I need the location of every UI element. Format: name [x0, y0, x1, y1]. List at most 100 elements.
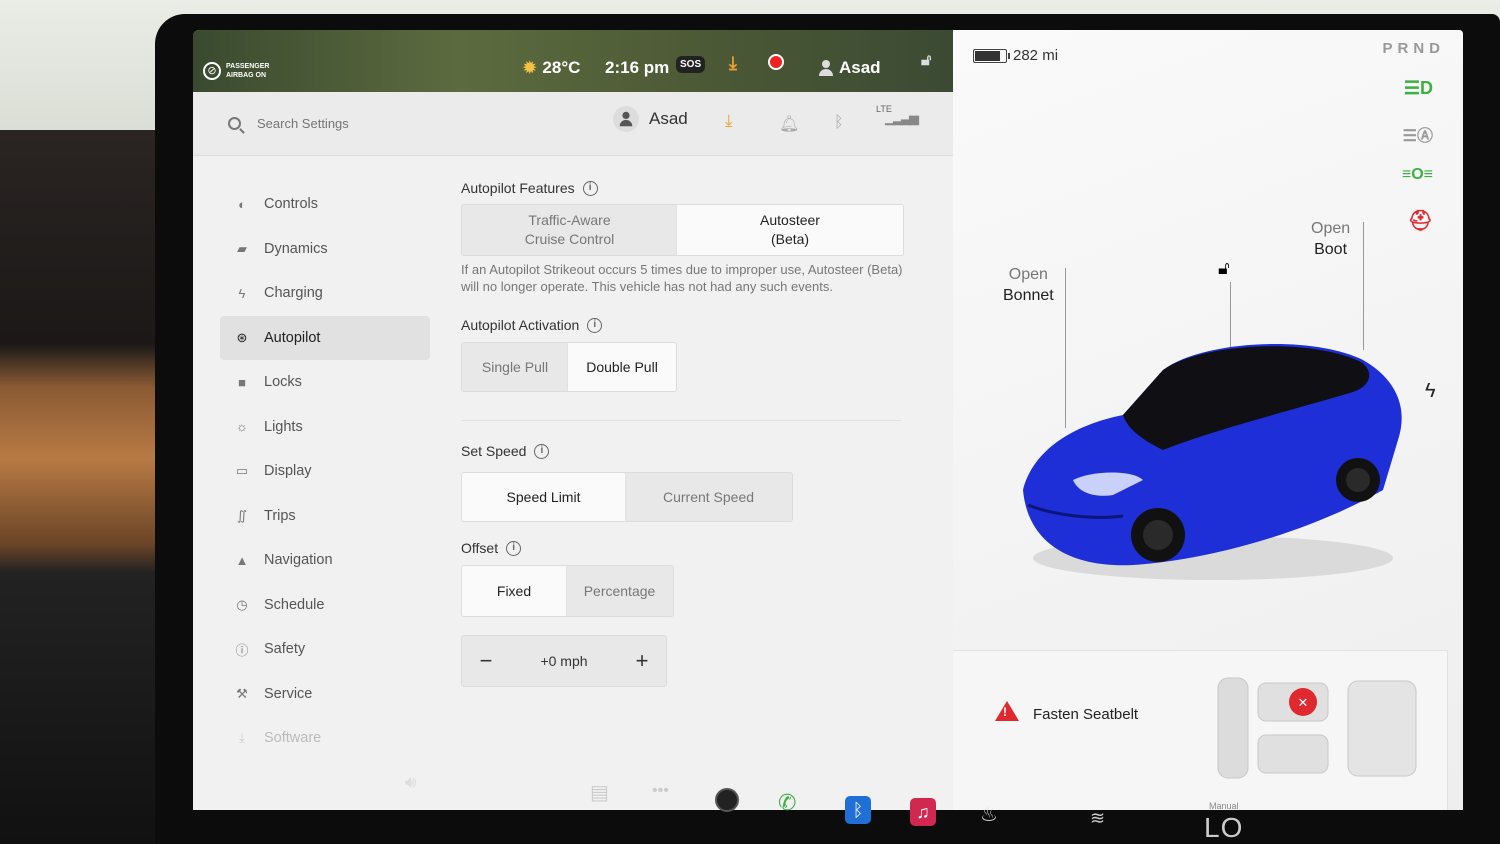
user-icon	[819, 60, 833, 76]
settings-sidebar: ◐ Controls ▰ Dynamics ϟ Charging ⊛ Autop…	[220, 182, 430, 761]
info-icon[interactable]: i	[587, 317, 603, 333]
airbag-icon: ⊘	[203, 62, 221, 80]
info-icon[interactable]: i	[582, 180, 598, 196]
sidebar-item-navigation[interactable]: ▲ Navigation	[220, 538, 430, 583]
section-title: Autopilot Activation	[461, 317, 580, 333]
info-icon[interactable]: i	[506, 540, 522, 556]
svg-text:✕: ✕	[1298, 696, 1309, 711]
steering-wheel-icon: ⊛	[236, 329, 248, 345]
bolt-icon: ϟ	[238, 285, 246, 301]
offset-selector: Fixed Percentage	[461, 565, 674, 617]
traffic-aware-cruise-control-option[interactable]: Traffic-Aware Cruise Control	[462, 205, 677, 255]
sidebar-item-dynamics[interactable]: ▰ Dynamics	[220, 227, 430, 272]
sos-button[interactable]: SOS	[676, 56, 706, 73]
autosteer-option[interactable]: Autosteer (Beta)	[677, 205, 903, 255]
bell-icon[interactable]: 🔔︎	[779, 114, 799, 134]
sidebar-item-controls[interactable]: ◐ Controls	[220, 182, 430, 227]
increase-offset-button[interactable]: +	[632, 648, 652, 674]
sidebar-item-service[interactable]: ⚒ Service	[220, 672, 430, 717]
sidebar-item-trips[interactable]: ∬ Trips	[220, 494, 430, 539]
search-input[interactable]	[257, 116, 457, 131]
music-icon[interactable]: ♫	[910, 798, 936, 826]
sidebar-item-locks[interactable]: ■ Locks	[220, 360, 430, 405]
open-boot-line2: Boot	[1314, 241, 1348, 258]
autopilot-settings: Autopilot Features i Traffic-Aware Cruise…	[461, 180, 906, 687]
sidebar-item-label: Display	[264, 463, 312, 480]
sidebar-item-safety[interactable]: ⓘ Safety	[220, 627, 430, 672]
cabin-temperature[interactable]: LO	[1204, 812, 1243, 844]
sidebar-item-label: Navigation	[264, 552, 333, 569]
seat-heater-icon[interactable]: ♨	[980, 802, 998, 827]
sidebar-item-label: Dynamics	[264, 240, 328, 257]
charge-port-icon[interactable]: ϟ	[1425, 380, 1436, 403]
profile-name: Asad	[649, 109, 688, 128]
record-icon	[768, 54, 784, 70]
volume-icon[interactable]: 🔊︎	[405, 772, 416, 793]
driver-name: Asad	[839, 58, 881, 77]
autopilot-activation-selector: Single Pull Double Pull	[461, 342, 677, 392]
bluetooth-icon[interactable]: ᛒ	[834, 114, 844, 132]
sidebar-item-label: Autopilot	[264, 329, 321, 346]
manual-icon[interactable]: ▤	[590, 780, 609, 805]
section-title: Offset	[461, 540, 499, 556]
alert-message: Fasten Seatbelt	[1033, 706, 1139, 723]
profile-button[interactable]: Asad	[613, 106, 688, 132]
autopilot-activation-heading: Autopilot Activation i	[461, 317, 906, 333]
rear-heater-icon[interactable]: ≋	[1090, 808, 1105, 829]
safety-icon: ⓘ	[235, 642, 249, 658]
sidebar-item-software[interactable]: ⤓ Software	[220, 716, 430, 761]
info-icon[interactable]: i	[534, 443, 550, 459]
section-title: Set Speed	[461, 443, 527, 459]
passenger-airbag-indicator: ⊘ PASSENGER AIRBAG ON	[203, 62, 269, 80]
headlights-icon: ☰D	[1403, 78, 1433, 98]
clock-icon: ◷	[236, 596, 248, 612]
driver-profile[interactable]: Asad	[819, 58, 881, 78]
single-pull-option[interactable]: Single Pull	[462, 343, 568, 391]
dashcam-record-button[interactable]	[768, 54, 784, 70]
wrench-icon: ⚒	[236, 685, 248, 701]
sidebar-item-charging[interactable]: ϟ Charging	[220, 271, 430, 316]
software-download-icon[interactable]: ⤓	[725, 111, 733, 131]
autopilot-features-selector: Traffic-Aware Cruise Control Autosteer (Be…	[461, 204, 904, 256]
more-icon[interactable]: •••	[652, 782, 669, 800]
offset-value: +0 mph	[540, 653, 588, 669]
bluetooth-app-icon[interactable]: ᛒ	[845, 796, 871, 824]
download-icon[interactable]: ⤓	[729, 53, 737, 74]
sidebar-item-lights[interactable]: ☼ Lights	[220, 405, 430, 450]
speed-limit-option[interactable]: Speed Limit	[462, 473, 626, 521]
unlock-icon[interactable]: 🔓︎	[1218, 258, 1230, 279]
search-bar[interactable]	[228, 116, 457, 131]
airbag-line2: AIRBAG ON	[226, 72, 267, 79]
settings-header: Asad ⤓ 🔔︎ ᛒ LTE ▁▂▃▅	[193, 92, 953, 156]
sidebar-item-label: Controls	[264, 196, 318, 213]
open-bonnet-button[interactable]: Open Bonnet	[1003, 264, 1054, 306]
avatar	[613, 106, 639, 132]
option-line1: Autosteer	[760, 212, 820, 228]
trips-icon: ∬	[236, 507, 248, 523]
sidebar-item-label: Safety	[264, 641, 306, 658]
autopilot-features-heading: Autopilot Features i	[461, 180, 906, 196]
option-line2: (Beta)	[770, 231, 810, 247]
fixed-option[interactable]: Fixed	[462, 566, 567, 616]
sidebar-item-schedule[interactable]: ◷ Schedule	[220, 583, 430, 628]
battery-range: 282 mi	[973, 47, 1058, 64]
vehicle-model-image	[1023, 343, 1402, 580]
strikeout-description: If an Autopilot Strikeout occurs 5 times…	[461, 262, 903, 294]
percentage-option[interactable]: Percentage	[566, 566, 673, 616]
camera-icon[interactable]	[715, 788, 739, 812]
clock: 2:16 pm	[605, 58, 670, 77]
sidebar-item-autopilot[interactable]: ⊛ Autopilot	[220, 315, 430, 360]
dashboard-trim	[0, 130, 180, 844]
open-boot-button[interactable]: Open Boot	[1311, 218, 1350, 260]
current-speed-option[interactable]: Current Speed	[625, 473, 792, 521]
sidebar-item-display[interactable]: ▭ Display	[220, 449, 430, 494]
lock-status-icon[interactable]: 🔓︎	[921, 52, 931, 70]
sos-label: SOS	[676, 56, 706, 73]
phone-icon[interactable]: ✆	[778, 790, 796, 816]
battery-icon	[973, 48, 1010, 63]
double-pull-option[interactable]: Double Pull	[568, 343, 676, 391]
auto-high-beam-icon: ☰Ⓐ	[1402, 128, 1433, 145]
set-speed-selector: Speed Limit Current Speed	[461, 472, 793, 522]
sidebar-item-label: Schedule	[264, 596, 325, 613]
decrease-offset-button[interactable]: −	[476, 648, 496, 674]
